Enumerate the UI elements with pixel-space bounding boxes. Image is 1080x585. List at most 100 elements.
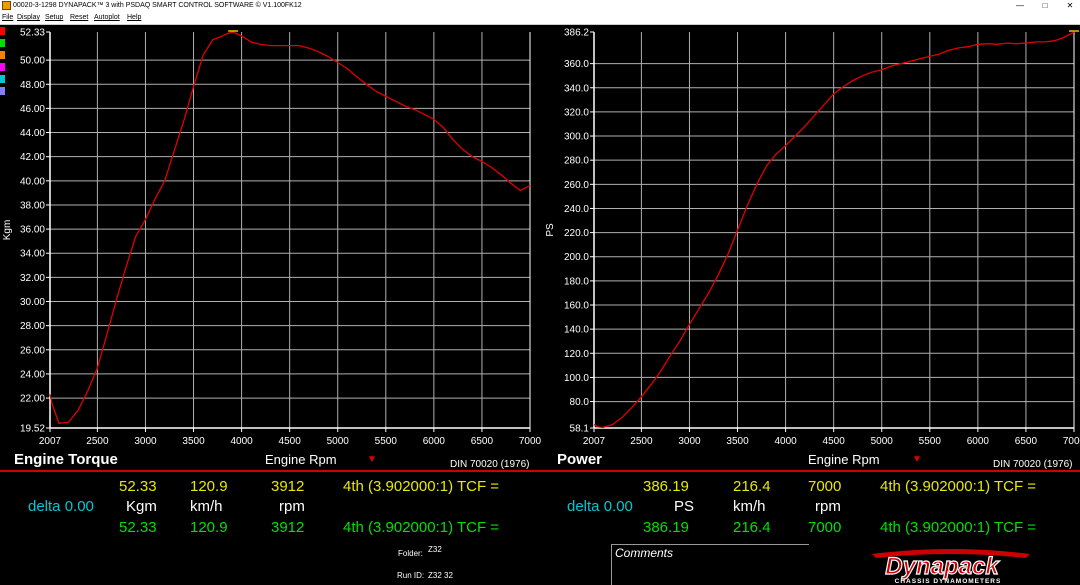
power-compare-gear: 4th (3.902000:1) TCF = xyxy=(880,519,1037,536)
power-compare-value: 386.19 xyxy=(643,519,689,536)
y-tick-label: 38.00 xyxy=(20,200,45,211)
power-rpm: 7000 xyxy=(808,478,842,495)
torque-unit: Kgm xyxy=(126,498,157,515)
torque-chart-title: Engine Torque xyxy=(14,451,118,468)
power-speed-unit: km/h xyxy=(733,498,766,515)
power-compare-speed: 216.4 xyxy=(733,519,771,536)
x-tick-label: 3500 xyxy=(726,436,749,447)
y-tick-label: 50.00 xyxy=(20,56,45,67)
y-tick-label: 19.52 xyxy=(20,424,45,435)
comments-box[interactable]: Comments xyxy=(611,544,809,585)
run-id-value: Z32 32 xyxy=(428,571,453,580)
y-tick-label: 180.0 xyxy=(564,276,589,287)
torque-speed-unit: km/h xyxy=(190,498,223,515)
y-axis-label: Kgm xyxy=(2,220,13,241)
torque-delta: delta 0.00 xyxy=(28,498,94,515)
y-tick-label: 30.00 xyxy=(20,297,45,308)
y-tick-label: 260.0 xyxy=(564,180,589,191)
power-rpm-unit: rpm xyxy=(815,498,841,515)
y-tick-label: 340.0 xyxy=(564,83,589,94)
x-tick-label: 4000 xyxy=(774,436,797,447)
y-tick-label: 280.0 xyxy=(564,156,589,167)
torque-value: 52.33 xyxy=(119,478,157,495)
charts-area: 2007 2500 3000 3500 4000 4500 5000 5500 6000 6500… xyxy=(2,28,1080,448)
y-tick-label: 28.00 xyxy=(20,321,45,332)
power-chart: 2007 2500 3000 3500 4000 4500 5000 5500 6000 6500… xyxy=(545,28,1080,448)
x-tick-label: 4500 xyxy=(823,436,846,447)
y-tick-label: 36.00 xyxy=(20,225,45,236)
y-tick-label: 34.00 xyxy=(20,249,45,260)
dynapack-logo: Dynapack CHASSIS DYNAMOMETERS xyxy=(872,549,1030,585)
torque-compare-speed: 120.9 xyxy=(190,519,228,536)
folder-value: Z32 xyxy=(428,545,442,554)
y-tick-label: 200.0 xyxy=(564,252,589,263)
y-tick-label: 52.33 xyxy=(20,28,45,39)
logo-tagline: CHASSIS DYNAMOMETERS xyxy=(895,578,1002,585)
torque-rpm: 3912 xyxy=(271,478,305,495)
torque-compare-rpm: 3912 xyxy=(271,519,305,536)
x-tick-label: 7000 xyxy=(1063,436,1080,447)
y-tick-label: 300.0 xyxy=(564,132,589,143)
comments-label: Comments xyxy=(615,546,674,560)
folder-label: Folder: xyxy=(398,549,423,558)
x-tick-label: 3500 xyxy=(182,436,205,447)
torque-compare-value: 52.33 xyxy=(119,519,157,536)
y-tick-label: 24.00 xyxy=(20,369,45,380)
y-tick-label: 46.00 xyxy=(20,104,45,115)
y-tick-label: 48.00 xyxy=(20,80,45,91)
torque-x-axis-label: Engine Rpm xyxy=(265,452,337,467)
y-axis-label: PS xyxy=(545,223,556,237)
power-delta: delta 0.00 xyxy=(567,498,633,515)
y-tick-label: 58.1 xyxy=(570,424,590,435)
y-tick-label: 32.00 xyxy=(20,273,45,284)
power-unit: PS xyxy=(674,498,695,515)
section-divider xyxy=(0,470,1080,472)
y-tick-label: 220.0 xyxy=(564,228,589,239)
torque-rpm-dropdown-icon[interactable]: ▼ xyxy=(367,451,377,469)
x-tick-label: 3000 xyxy=(134,436,157,447)
y-tick-label: 22.00 xyxy=(20,394,45,405)
x-tick-label: 6500 xyxy=(1015,436,1038,447)
x-tick-label: 2007 xyxy=(39,436,62,447)
x-tick-label: 5000 xyxy=(871,436,894,447)
x-tick-label: 2500 xyxy=(86,436,109,447)
power-speed: 216.4 xyxy=(733,478,771,495)
y-tick-label: 360.0 xyxy=(564,59,589,70)
x-tick-label: 7000 xyxy=(519,436,542,447)
power-x-axis-label: Engine Rpm xyxy=(808,452,880,467)
y-tick-label: 320.0 xyxy=(564,107,589,118)
power-rpm-dropdown-icon[interactable]: ▼ xyxy=(912,451,922,469)
y-tick-label: 80.0 xyxy=(570,397,590,408)
torque-compare-gear: 4th (3.902000:1) TCF = xyxy=(343,519,500,536)
run-id-label: Run ID: xyxy=(397,571,425,580)
y-tick-label: 42.00 xyxy=(20,152,45,163)
x-tick-label: 3000 xyxy=(678,436,701,447)
x-tick-label: 6500 xyxy=(471,436,494,447)
power-chart-title: Power xyxy=(557,451,603,468)
y-tick-label: 44.00 xyxy=(20,128,45,139)
y-tick-label: 26.00 xyxy=(20,345,45,356)
y-tick-label: 240.0 xyxy=(564,204,589,215)
torque-gear: 4th (3.902000:1) TCF = xyxy=(343,478,500,495)
logo-brand: Dynapack xyxy=(885,553,1000,580)
x-tick-label: 4500 xyxy=(279,436,302,447)
x-tick-label: 2500 xyxy=(630,436,653,447)
y-tick-label: 160.0 xyxy=(564,301,589,312)
y-tick-label: 386.2 xyxy=(564,28,589,39)
y-tick-label: 100.0 xyxy=(564,373,589,384)
y-tick-label: 40.00 xyxy=(20,176,45,187)
power-compare-rpm: 7000 xyxy=(808,519,842,536)
x-tick-label: 5000 xyxy=(327,436,350,447)
torque-chart: 2007 2500 3000 3500 4000 4500 5000 5500 6000 6500… xyxy=(2,28,542,448)
x-tick-label: 2007 xyxy=(583,436,606,447)
torque-speed: 120.9 xyxy=(190,478,228,495)
x-tick-label: 4000 xyxy=(230,436,253,447)
y-tick-label: 140.0 xyxy=(564,325,589,336)
y-tick-label: 120.0 xyxy=(564,349,589,360)
x-tick-label: 6000 xyxy=(423,436,446,447)
x-tick-label: 5500 xyxy=(375,436,398,447)
power-gear: 4th (3.902000:1) TCF = xyxy=(880,478,1037,495)
x-tick-label: 5500 xyxy=(919,436,942,447)
power-value: 386.19 xyxy=(643,478,689,495)
x-tick-label: 6000 xyxy=(967,436,990,447)
